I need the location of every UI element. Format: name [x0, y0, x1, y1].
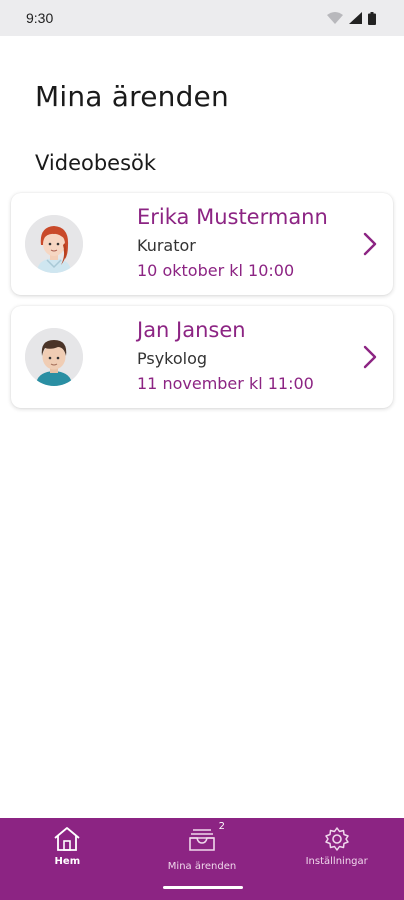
nav-item-home[interactable]: Hem	[0, 818, 135, 900]
female-avatar	[25, 215, 83, 273]
home-indicator	[163, 886, 243, 889]
nav-label-cases: Mina ärenden	[167, 861, 237, 872]
card-name: Jan Jansen	[137, 318, 246, 342]
battery-icon	[368, 11, 376, 25]
home-icon	[54, 827, 80, 851]
page-title: Mina ärenden	[35, 80, 229, 113]
appointment-card[interactable]: Erika Mustermann Kurator 10 oktober kl 1…	[11, 193, 393, 295]
chevron-right-icon[interactable]	[361, 231, 379, 257]
appointment-card[interactable]: Jan Jansen Psykolog 11 november kl 11:00	[11, 306, 393, 408]
male-avatar	[25, 328, 83, 386]
nav-label-home: Hem	[54, 856, 81, 867]
card-role: Psykolog	[137, 349, 208, 368]
card-name: Erika Mustermann	[137, 205, 328, 229]
status-bar: 9:30	[0, 0, 404, 36]
card-date: 11 november kl 11:00	[137, 374, 314, 393]
signal-icon	[349, 12, 362, 24]
status-time: 9:30	[26, 10, 54, 26]
wifi-icon	[327, 12, 343, 24]
gear-icon	[324, 827, 349, 851]
nav-item-settings[interactable]: Inställningar	[269, 818, 404, 900]
status-icons	[327, 11, 376, 25]
card-role: Kurator	[137, 236, 196, 255]
inbox-icon	[189, 829, 215, 851]
nav-badge: 2	[218, 821, 225, 832]
section-title: Videobesök	[35, 151, 157, 175]
chevron-right-icon[interactable]	[361, 344, 379, 370]
nav-label-settings: Inställningar	[305, 856, 368, 867]
card-date: 10 oktober kl 10:00	[137, 261, 295, 280]
